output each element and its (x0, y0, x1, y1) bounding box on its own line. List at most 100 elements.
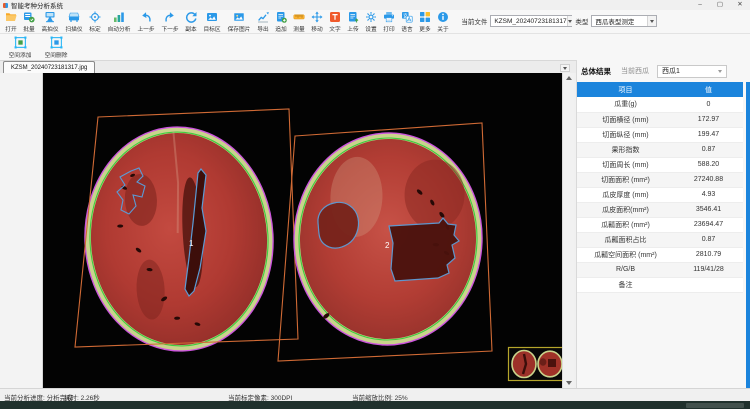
row-item-label: 切面面积 (mm²) (577, 172, 674, 187)
close-button[interactable]: ✕ (730, 0, 750, 10)
table-row[interactable]: 备注 (577, 277, 743, 292)
space-delete-icon (50, 36, 63, 49)
table-row[interactable]: 切面纵径 (mm)199.47 (577, 127, 743, 142)
row-item-label: 瓜瓤面积占比 (577, 232, 674, 247)
toolbar-button-label: 空间添加 (9, 50, 32, 59)
toolbar-button-print[interactable]: 打印 (380, 11, 398, 33)
row-item-label: 瓜瓤面积 (mm²) (577, 217, 674, 232)
toolbar-button-text[interactable]: 文字 (326, 11, 344, 33)
row-item-value: 2810.79 (674, 247, 743, 262)
chevron-down-icon (718, 70, 722, 73)
toolbar-button-auto-analyze[interactable]: 自动分析 (104, 11, 134, 33)
panel-scrollbar[interactable] (746, 82, 750, 388)
table-row[interactable]: 瓜重(g)0 (577, 97, 743, 112)
toolbar-button-upload-doc[interactable]: 上传 (344, 11, 362, 33)
batch-icon (23, 11, 35, 23)
row-item-value: 0 (674, 97, 743, 112)
settings-gear-icon (365, 11, 377, 23)
toolbar-button-language[interactable]: 语言 (398, 11, 416, 33)
toolbar-button-append-doc[interactable]: 追加 (272, 11, 290, 33)
toolbar-button-doc-camera[interactable]: 高拍仪 (38, 11, 62, 33)
results-table: 项目 值 瓜重(g)0切面横径 (mm)172.97切面纵径 (mm)199.4… (577, 82, 743, 293)
undo-icon (140, 11, 152, 23)
toolbar-button-about-info[interactable]: 关于 (434, 11, 452, 33)
toolbar-button-save-image[interactable]: 保存图片 (224, 11, 254, 33)
title-bar: 智能考种分析系统 – ▢ ✕ (0, 0, 750, 10)
row-item-value: 0.87 (674, 142, 743, 157)
column-header-value: 值 (674, 82, 743, 97)
toolbar-button-label: 设置 (366, 24, 377, 33)
toolbar-button-space-delete[interactable]: 空间删除 (40, 36, 72, 59)
table-row[interactable]: 瓜瓤面积占比0.87 (577, 232, 743, 247)
redo-icon (164, 11, 176, 23)
toolbar-button-open-folder[interactable]: 打开 (2, 11, 20, 33)
row-item-value: 172.97 (674, 112, 743, 127)
table-row[interactable]: 瓜瓤面积 (mm²)23694.47 (577, 217, 743, 232)
row-item-value: 199.47 (674, 127, 743, 142)
table-row[interactable]: 瓜瓤空间面积 (mm²)2810.79 (577, 247, 743, 262)
image-canvas[interactable]: 1 (43, 73, 562, 388)
app-window: 智能考种分析系统 – ▢ ✕ 打开批量高拍仪扫描仪标定自动分析上一步下一步副本目… (0, 0, 750, 409)
type-value: 西瓜表型测定 (595, 16, 634, 26)
table-row[interactable]: 切面面积 (mm²)27240.88 (577, 172, 743, 187)
toolbar-button-label: 更多 (420, 24, 431, 33)
toolbar-button-space-add[interactable]: 空间添加 (4, 36, 36, 59)
row-item-label: R/G/B (577, 262, 674, 277)
toolbar-button-export-chart[interactable]: 导出 (254, 11, 272, 33)
chevron-down-icon (568, 20, 572, 23)
more-grid-icon (419, 11, 431, 23)
toolbar-button-move[interactable]: 移动 (308, 11, 326, 33)
toolbar-button-batch[interactable]: 批量 (20, 11, 38, 33)
minimize-button[interactable]: – (690, 0, 710, 10)
row-item-label: 备注 (577, 277, 674, 292)
upload-doc-icon (347, 11, 359, 23)
toolbar-button-calibrate[interactable]: 标定 (86, 11, 104, 33)
type-label: 类型 (575, 16, 588, 26)
row-item-value: 588.20 (674, 157, 743, 172)
table-row[interactable]: 切面周长 (mm)588.20 (577, 157, 743, 172)
table-row[interactable]: R/G/B119/41/28 (577, 262, 743, 277)
toolbar-button-redo[interactable]: 下一步 (158, 11, 182, 33)
current-melon-select[interactable]: 西瓜1 (657, 65, 727, 78)
toolbar-button-label: 打印 (384, 24, 395, 33)
current-file-label: 当前文件 (461, 16, 487, 26)
current-file-select[interactable]: KZSM_20240723181317 (490, 15, 572, 27)
toolbar-button-copy-refresh[interactable]: 副本 (182, 11, 200, 33)
tab-list-dropdown[interactable] (560, 64, 570, 72)
row-item-value: 23694.47 (674, 217, 743, 232)
text-icon (329, 11, 341, 23)
table-row[interactable]: 果形指数0.87 (577, 142, 743, 157)
row-item-value: 27240.88 (674, 172, 743, 187)
image-tab[interactable]: KZSM_20240723181317.jpg (3, 61, 95, 73)
canvas-vertical-scrollbar[interactable] (562, 73, 574, 388)
table-row[interactable]: 瓜皮面积(mm²)3546.41 (577, 202, 743, 217)
copy-refresh-icon (185, 11, 197, 23)
current-file-value: KZSM_20240723181317 (494, 18, 566, 25)
toolbar-button-label: 测量 (294, 24, 305, 33)
preview-thumbnail[interactable] (509, 348, 563, 381)
row-item-label: 瓜瓤空间面积 (mm²) (577, 247, 674, 262)
export-chart-icon (257, 11, 269, 23)
table-row[interactable]: 瓜皮厚度 (mm)4.93 (577, 187, 743, 202)
toolbar-button-measure-ruler[interactable]: 测量 (290, 11, 308, 33)
toolbar-button-label: 文字 (330, 24, 341, 33)
maximize-button[interactable]: ▢ (710, 0, 730, 10)
table-row[interactable]: 切面横径 (mm)172.97 (577, 112, 743, 127)
app-icon (3, 3, 8, 8)
open-folder-icon (5, 11, 17, 23)
toolbar-button-scanner[interactable]: 扫描仪 (62, 11, 86, 33)
status-bar: 当前分析进度: 分析完成 耗时: 2.26秒 当前标定像素: 300DPI 当前… (0, 388, 750, 401)
toolbar-button-settings-gear[interactable]: 设置 (362, 11, 380, 33)
toolbar-button-more-grid[interactable]: 更多 (416, 11, 434, 33)
scroll-down-icon (566, 381, 572, 385)
toolbar-button-target-image[interactable]: 目标区 (200, 11, 224, 33)
taskbar[interactable] (0, 401, 750, 409)
cavity-contour-2b[interactable] (389, 218, 459, 281)
toolbar-button-label: 下一步 (162, 24, 179, 33)
row-item-label: 切面横径 (mm) (577, 112, 674, 127)
column-header-item: 项目 (577, 82, 674, 97)
toolbar-button-undo[interactable]: 上一步 (134, 11, 158, 33)
type-select[interactable]: 西瓜表型测定 (591, 15, 657, 27)
toolbar-button-label: 标定 (89, 24, 100, 33)
current-melon-label: 当前西瓜 (621, 66, 649, 76)
